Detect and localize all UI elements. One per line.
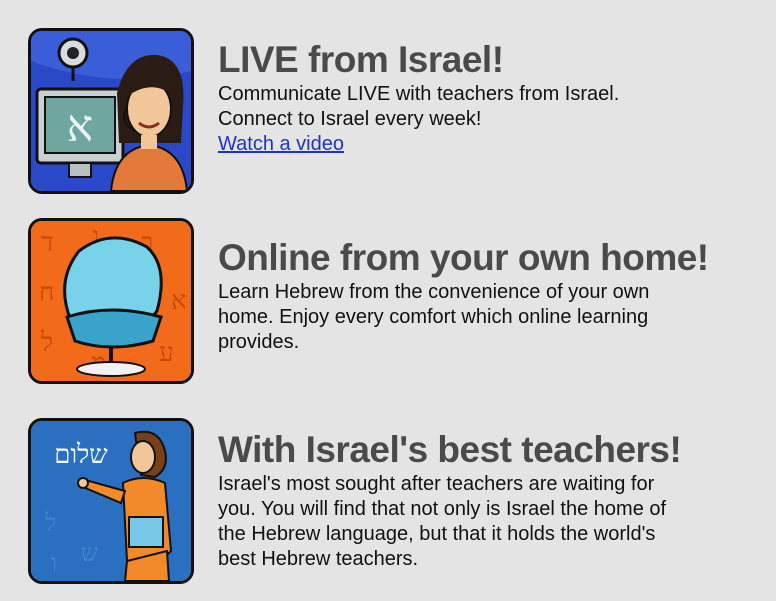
svg-text:ד: ד xyxy=(41,228,54,258)
armchair-icon: דגב חא למע xyxy=(28,218,194,384)
feature-text: With Israel's best teachers! Israel's mo… xyxy=(218,418,768,572)
description-line: home. Enjoy every comfort which online l… xyxy=(218,306,649,328)
svg-text:ע: ע xyxy=(159,338,174,368)
description-line: Israel's most sought after teachers are … xyxy=(218,473,655,495)
svg-text:א: א xyxy=(171,286,187,316)
description-line: provides. xyxy=(218,331,300,353)
feature-description: Communicate LIVE with teachers from Isra… xyxy=(218,82,768,157)
blackboard-word: שלום xyxy=(54,440,108,470)
feature-title: LIVE from Israel! xyxy=(218,39,504,80)
feature-description: Israel's most sought after teachers are … xyxy=(218,472,768,572)
svg-text:ח: ח xyxy=(39,278,54,308)
features-panel: א LIVE from Israel! Communicate LIVE wit… xyxy=(0,0,776,601)
svg-text:ש: ש xyxy=(81,539,98,567)
description-line: Connect to Israel every week! xyxy=(218,108,482,130)
feature-text: Online from your own home! Learn Hebrew … xyxy=(218,218,768,355)
svg-text:ו: ו xyxy=(51,549,57,577)
svg-text:ל: ל xyxy=(44,509,56,537)
description-line: the Hebrew language, but that it holds t… xyxy=(218,523,656,545)
description-line: Communicate LIVE with teachers from Isra… xyxy=(218,83,620,105)
feature-description: Learn Hebrew from the convenience of you… xyxy=(218,280,768,355)
watch-video-link[interactable]: Watch a video xyxy=(218,132,344,157)
description-line: you. You will find that not only is Isra… xyxy=(218,498,667,520)
description-line: best Hebrew teachers. xyxy=(218,548,419,570)
description-line: Learn Hebrew from the convenience of you… xyxy=(218,281,650,303)
svg-text:ל: ל xyxy=(40,328,53,358)
teacher-blackboard-icon: לשו שלום xyxy=(28,418,194,584)
svg-text:א: א xyxy=(67,101,93,152)
feature-text: LIVE from Israel! Communicate LIVE with … xyxy=(218,28,768,157)
webcam-teacher-icon: א xyxy=(28,28,194,194)
feature-title: With Israel's best teachers! xyxy=(218,429,682,470)
feature-title: Online from your own home! xyxy=(218,237,709,278)
